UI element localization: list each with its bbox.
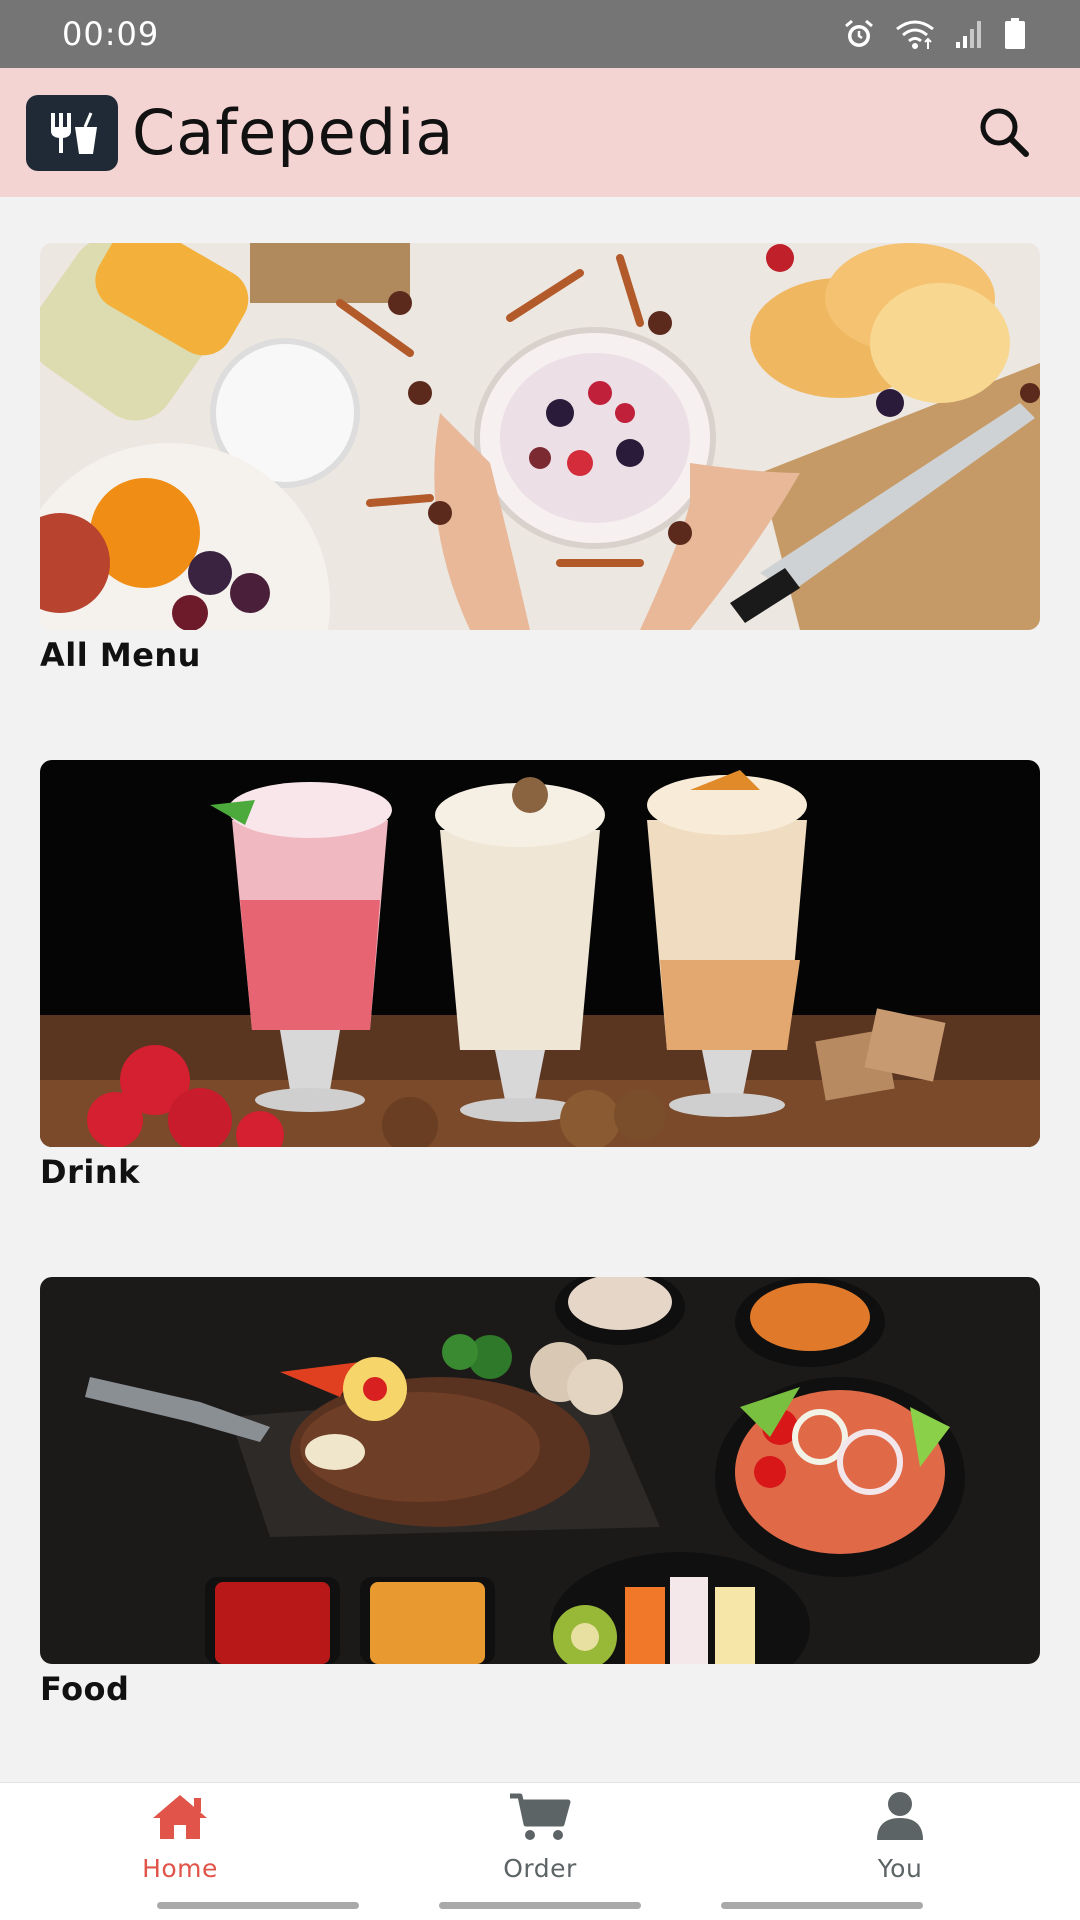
person-icon	[874, 1790, 926, 1846]
home-icon	[150, 1792, 210, 1846]
status-time: 00:09	[62, 15, 160, 53]
category-image-drink	[40, 760, 1040, 1147]
category-label: Drink	[40, 1153, 140, 1191]
cart-icon	[508, 1792, 572, 1846]
category-card-all-menu[interactable]: All Menu	[40, 243, 1040, 674]
nav-label-you: You	[877, 1854, 923, 1883]
status-bar: 00:09	[0, 0, 1080, 68]
alarm-icon	[842, 17, 876, 51]
gesture-bar-right	[721, 1902, 923, 1909]
category-label: All Menu	[40, 636, 201, 674]
battery-icon	[1004, 18, 1026, 50]
app-title: Cafepedia	[132, 96, 455, 169]
category-image-food	[40, 1277, 1040, 1664]
wifi-icon	[894, 17, 936, 51]
nav-item-order[interactable]: Order	[420, 1783, 660, 1883]
nav-item-home[interactable]: Home	[60, 1783, 300, 1883]
status-icons	[842, 17, 1026, 51]
category-card-drink[interactable]: Drink	[40, 760, 1040, 1191]
signal-icon	[954, 18, 986, 50]
category-label: Food	[40, 1670, 130, 1708]
category-image-all-menu	[40, 243, 1040, 630]
nav-label-order: Order	[503, 1854, 577, 1883]
nav-label-home: Home	[142, 1854, 218, 1883]
nav-item-you[interactable]: You	[780, 1783, 1020, 1883]
gesture-bar-center	[439, 1902, 641, 1909]
app-bar: Cafepedia	[0, 68, 1080, 197]
search-button[interactable]	[976, 106, 1032, 162]
fork-and-cup-icon	[26, 94, 118, 171]
gesture-bar-left	[157, 1902, 359, 1909]
search-icon	[976, 104, 1032, 164]
bottom-nav: Home Order You	[0, 1782, 1080, 1920]
category-card-food[interactable]: Food	[40, 1277, 1040, 1708]
